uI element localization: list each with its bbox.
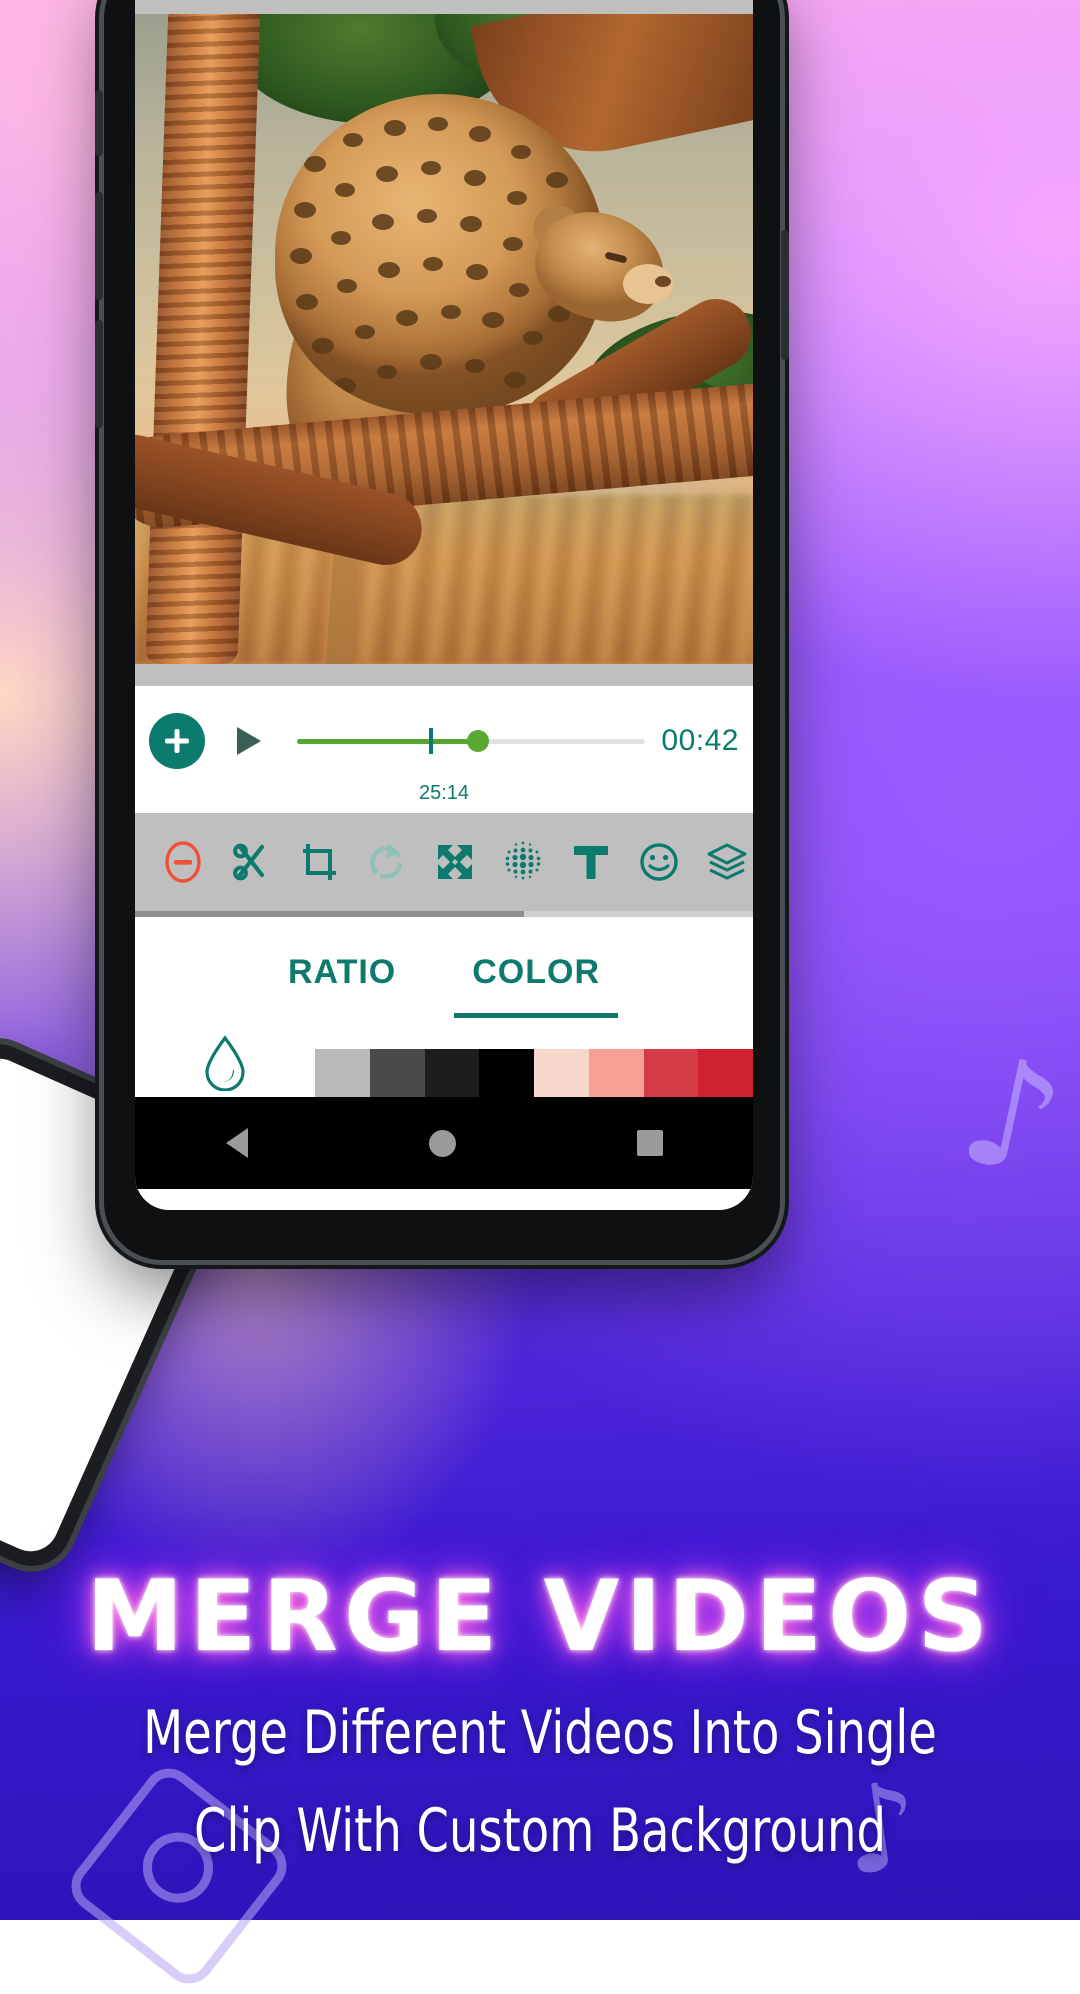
recents-icon[interactable] (636, 1130, 663, 1156)
total-time-label: 25:14 (135, 782, 753, 813)
fullscreen-icon (438, 845, 472, 879)
color-picker-button[interactable] (135, 1027, 315, 1097)
panel-tabs: RATIO COLOR (135, 917, 753, 1027)
promo-headline: MERGE VIDEOS (86, 1560, 994, 1674)
text-t-icon (574, 846, 608, 879)
minus-circle-icon (165, 841, 201, 883)
android-nav-bar (135, 1097, 753, 1189)
smiley-icon (640, 843, 678, 881)
tool-text[interactable] (557, 828, 625, 896)
seek-bar[interactable] (297, 720, 646, 762)
seek-split-marker[interactable] (429, 728, 434, 754)
water-drop-icon (205, 1035, 245, 1091)
phone-screen: 00:42 25:14 RATIO COLOR (135, 0, 753, 1210)
video-preview[interactable] (135, 14, 753, 664)
tab-ratio[interactable]: RATIO (282, 943, 402, 1002)
promo-subtitle-line-1: Merge Different Videos Into Single (143, 1698, 937, 1768)
leopard-nose (655, 276, 671, 287)
color-swatch-3[interactable] (479, 1049, 534, 1097)
preview-bottom-strip (135, 664, 753, 686)
phone-mockup: 00:42 25:14 RATIO COLOR (95, 0, 789, 1260)
phone-button-left-1 (95, 90, 103, 156)
phone-button-left-3 (95, 320, 103, 428)
layers-icon (707, 843, 747, 880)
color-panel (135, 1027, 753, 1097)
app-bar-divider (135, 0, 753, 14)
tool-rotate[interactable] (353, 828, 421, 896)
promo-subtitle-line-2: Clip With Custom Background (194, 1795, 886, 1866)
phone-button-left-2 (95, 192, 103, 300)
color-swatch-7[interactable] (698, 1049, 753, 1097)
back-icon[interactable] (225, 1128, 248, 1158)
tool-emoji[interactable] (625, 828, 693, 896)
tool-layers[interactable] (693, 828, 753, 896)
tool-cut[interactable] (217, 828, 285, 896)
tool-remove[interactable] (149, 828, 217, 896)
tool-crop[interactable] (285, 828, 353, 896)
transport-controls: 00:42 (135, 686, 753, 796)
color-swatch-5[interactable] (588, 1049, 644, 1097)
color-swatch-6[interactable] (643, 1049, 699, 1097)
home-icon[interactable] (428, 1129, 456, 1157)
color-swatch-4[interactable] (534, 1049, 589, 1097)
color-swatch-2[interactable] (424, 1049, 480, 1097)
add-clip-button[interactable] (149, 713, 205, 769)
current-time-label: 00:42 (661, 724, 739, 757)
tab-color[interactable]: COLOR (454, 943, 618, 1018)
scissors-icon (233, 843, 265, 881)
play-button[interactable] (227, 720, 269, 762)
dots-grid-icon (505, 841, 541, 880)
rotate-icon (370, 843, 403, 879)
tool-expand[interactable] (421, 828, 489, 896)
edit-toolbar (135, 813, 753, 911)
crop-icon (303, 844, 336, 880)
tool-blur[interactable] (489, 828, 557, 896)
color-swatch-list (315, 1027, 753, 1097)
promo-text-block: MERGE VIDEOS Merge Different Videos Into… (0, 1560, 1080, 1869)
seek-progress-fill (297, 739, 479, 744)
phone-button-right (781, 230, 789, 360)
color-swatch-1[interactable] (369, 1049, 425, 1097)
seek-thumb[interactable] (467, 730, 490, 752)
color-swatch-0[interactable] (315, 1049, 370, 1097)
